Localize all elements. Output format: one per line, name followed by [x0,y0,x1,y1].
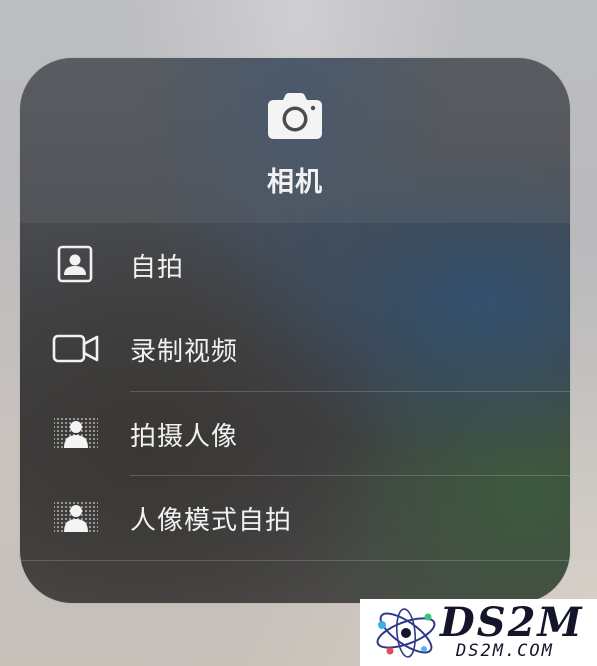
action-record-video[interactable]: 录制视频 [20,307,570,391]
camera-icon [268,93,322,139]
selfie-portrait-icon [57,245,93,283]
app-title: 相机 [267,167,323,198]
action-selfie[interactable]: 自拍 [20,223,570,307]
portrait-selfie-icon [54,500,98,534]
row-divider [20,560,570,561]
action-label: 自拍 [130,253,185,283]
video-camera-icon [52,334,99,363]
action-label: 录制视频 [130,337,239,367]
atom-logo-icon [376,608,436,658]
watermark-brand: DS2M [440,599,584,646]
watermark-domain: DS2M.COM [456,641,554,661]
app-header: 相机 [20,58,570,222]
action-label: 人像模式自拍 [130,506,293,536]
quick-actions-menu: 相机 自拍 录制视频 拍摄人像 人像模式自拍 [20,58,570,603]
watermark: DS2M DS2M.COM [360,599,597,666]
action-portrait[interactable]: 拍摄人像 [20,392,570,476]
portrait-mode-icon [54,416,98,450]
action-label: 拍摄人像 [130,422,239,452]
action-portrait-selfie[interactable]: 人像模式自拍 [20,476,570,560]
